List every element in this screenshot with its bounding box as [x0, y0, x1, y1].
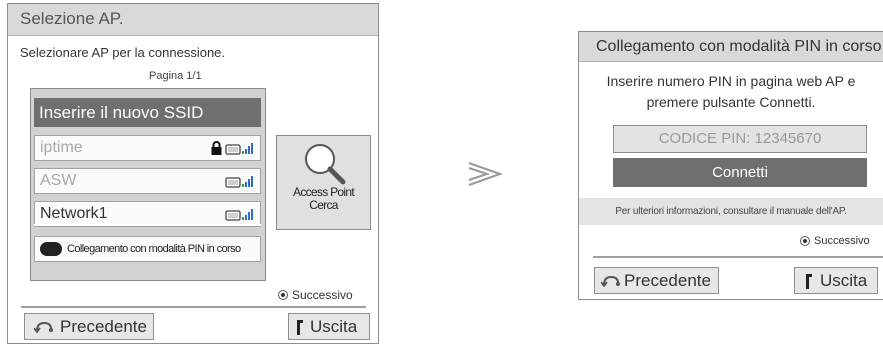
pin-mode-label: Collegamento con modalità PIN in corso: [67, 243, 241, 255]
radio-icon: [278, 290, 288, 300]
magnifier-icon: [305, 144, 346, 185]
exit-button[interactable]: Uscita: [288, 313, 370, 340]
toggle-indicator-icon: [40, 242, 62, 256]
pin-instructions: Inserire numero PIN in pagina web AP e p…: [579, 71, 883, 113]
search-label-line2: Cerca: [309, 198, 338, 212]
network-item-iptime[interactable]: iptime: [34, 135, 261, 161]
new-ssid-item[interactable]: Inserire il nuovo SSID: [34, 98, 261, 127]
ap-list: Inserire il nuovo SSID iptime ASW Networ…: [30, 88, 266, 281]
bottom-divider: [21, 306, 366, 308]
next-label: Successivo: [292, 288, 353, 302]
selection-prompt: Selezionare AP per la connessione.: [20, 45, 226, 60]
info-bar: Per ulteriori informazioni, consultare i…: [579, 198, 883, 225]
wifi-signal-icon: [225, 209, 253, 221]
network-name: ASW: [40, 172, 77, 189]
network-name: Network1: [40, 205, 108, 222]
exit-label: Uscita: [820, 271, 868, 290]
exit-label: Uscita: [310, 317, 358, 336]
back-button[interactable]: Precedente: [24, 313, 154, 340]
next-step-arrow-icon: [468, 162, 503, 186]
page-indicator: Pagina 1/1: [149, 70, 202, 82]
radio-icon: [800, 236, 810, 246]
network-item-asw[interactable]: ASW: [34, 168, 261, 194]
ap-selection-panel: Selezione AP. Selezionare AP per la conn…: [7, 3, 379, 344]
list-divider: [34, 224, 261, 226]
back-label: Precedente: [60, 317, 147, 336]
panel-title: Collegamento con modalità PIN in corso: [579, 32, 883, 62]
search-button-label: Access Point Cerca: [277, 186, 370, 212]
next-option[interactable]: Successivo: [800, 235, 870, 247]
pin-mode-button[interactable]: Collegamento con modalità PIN in corso: [34, 236, 261, 262]
back-label: Precedente: [624, 271, 711, 290]
connect-button[interactable]: Connetti: [613, 158, 867, 187]
back-arrow-icon: [34, 321, 53, 333]
panel-title: Selezione AP.: [8, 4, 378, 36]
instruction-line1: Inserire numero PIN in pagina web AP e: [606, 73, 856, 89]
exit-icon: [806, 274, 812, 289]
lock-icon: [211, 141, 222, 155]
pin-code-display: CODICE PIN: 12345670: [613, 125, 867, 153]
exit-icon: [297, 320, 303, 335]
pin-connection-panel: Collegamento con modalità PIN in corso I…: [578, 31, 883, 300]
back-arrow-icon: [601, 275, 620, 287]
back-button[interactable]: Precedente: [594, 267, 719, 294]
instruction-line2: premere pulsante Connetti.: [646, 94, 816, 110]
network-name: iptime: [40, 139, 83, 156]
next-label: Successivo: [814, 235, 870, 247]
bottom-divider: [593, 256, 883, 258]
wifi-signal-icon: [225, 176, 253, 188]
wifi-signal-icon: [225, 143, 253, 155]
next-option[interactable]: Successivo: [278, 288, 353, 302]
access-point-search-button[interactable]: Access Point Cerca: [276, 135, 371, 230]
exit-button[interactable]: Uscita: [794, 267, 878, 294]
